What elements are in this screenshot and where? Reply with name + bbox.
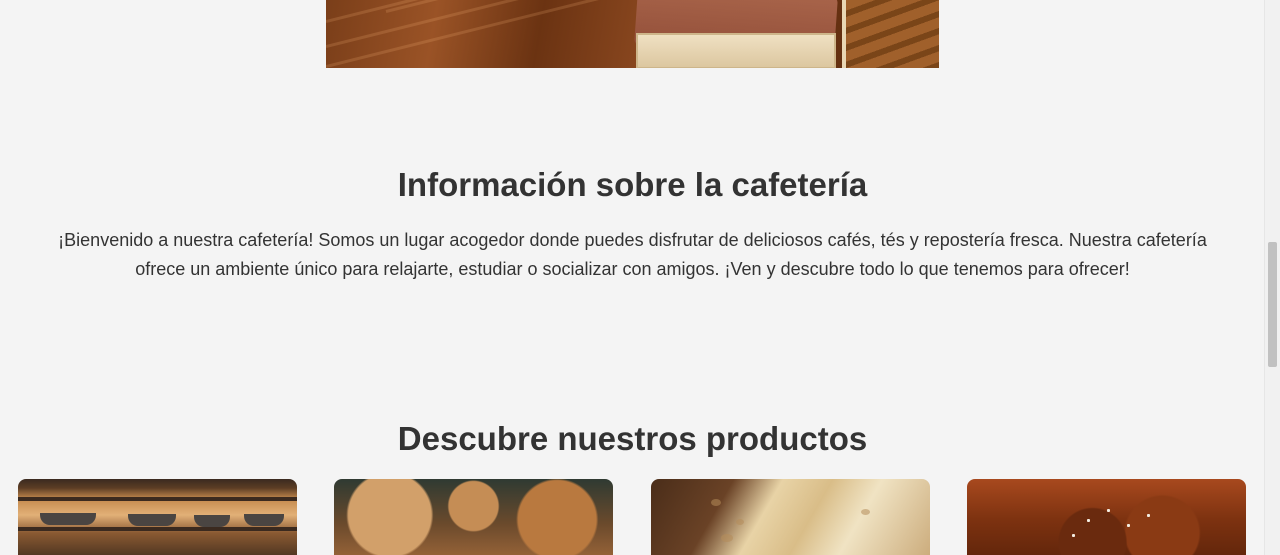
page: Información sobre la cafetería ¡Bienveni… bbox=[0, 0, 1280, 555]
product-card-bread-rolls[interactable] bbox=[334, 479, 613, 555]
info-section-title: Información sobre la cafetería bbox=[397, 166, 868, 203]
info-section-text: ¡Bienvenido a nuestra cafetería! Somos u… bbox=[58, 230, 1207, 279]
pallet-shape bbox=[636, 33, 836, 68]
page-scrollbar[interactable] bbox=[1264, 0, 1280, 555]
scrollbar-thumb[interactable] bbox=[1268, 242, 1277, 367]
hero-image bbox=[326, 0, 939, 68]
product-card-sliced-bread[interactable] bbox=[651, 479, 930, 555]
product-card-kitchen[interactable] bbox=[18, 479, 297, 555]
products-section-title: Descubre nuestros productos bbox=[397, 420, 868, 457]
crate-shape bbox=[846, 0, 939, 68]
product-card-pretzels[interactable] bbox=[967, 479, 1246, 555]
